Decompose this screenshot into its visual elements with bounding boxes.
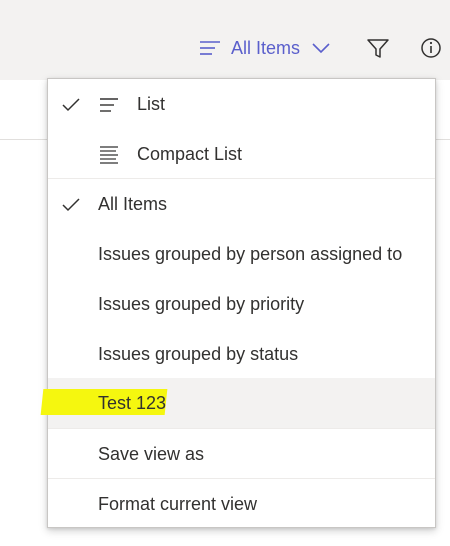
menu-item-issues-by-priority[interactable]: Issues grouped by priority	[48, 279, 435, 329]
chevron-down-icon	[312, 43, 330, 54]
menu-item-issues-by-status[interactable]: Issues grouped by status	[48, 329, 435, 379]
filter-icon[interactable]	[365, 36, 391, 60]
info-icon[interactable]	[418, 36, 444, 60]
menu-item-label: All Items	[98, 193, 168, 214]
check-icon	[62, 98, 80, 112]
list-lines-icon	[100, 98, 118, 112]
view-switcher-label: All Items	[231, 37, 301, 58]
menu-item-label: Compact List	[137, 143, 243, 164]
page: All Items List Compact List All Items Is…	[0, 0, 450, 546]
menu-item-label: Save view as	[98, 443, 205, 464]
command-bar: All Items	[0, 0, 450, 80]
menu-item-label: Format current view	[98, 493, 258, 514]
view-lines-icon	[200, 41, 220, 55]
compact-list-icon	[100, 146, 118, 164]
menu-item-label: Issues grouped by status	[98, 343, 299, 364]
view-options-menu: List Compact List All Items Issues group…	[40, 78, 436, 529]
menu-item-format-current-view[interactable]: Format current view	[48, 479, 435, 529]
menu-item-label: Test 123	[98, 392, 167, 413]
menu-item-label: Issues grouped by priority	[98, 293, 305, 314]
menu-item-compact-list[interactable]: Compact List	[48, 129, 435, 179]
menu-item-label: List	[137, 93, 166, 114]
check-icon	[62, 198, 80, 212]
menu-item-list[interactable]: List	[48, 79, 435, 129]
view-switcher-button[interactable]: All Items	[199, 32, 330, 64]
menu-item-label: Issues grouped by person assigned to	[98, 243, 403, 264]
menu-item-all-items[interactable]: All Items	[48, 179, 435, 229]
menu-item-test-123[interactable]: Test 123	[40, 378, 435, 428]
menu-item-issues-by-person[interactable]: Issues grouped by person assigned to	[48, 229, 435, 279]
menu-item-save-view-as[interactable]: Save view as	[48, 429, 435, 479]
